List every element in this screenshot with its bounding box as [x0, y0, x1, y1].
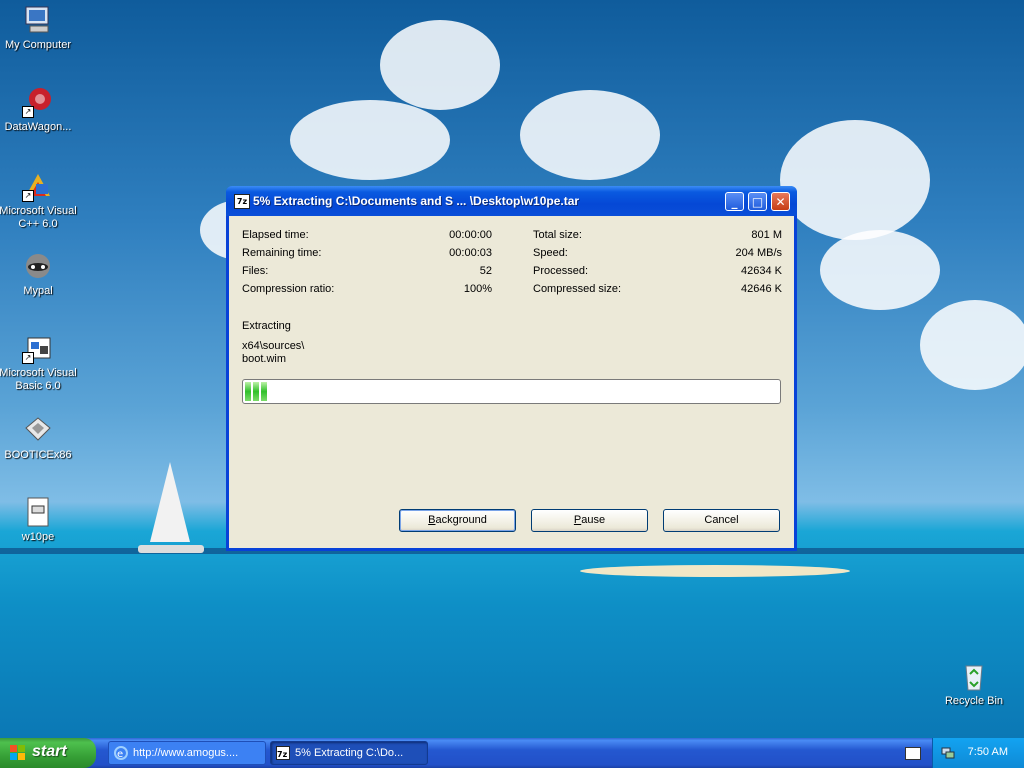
speed-label: Speed: — [533, 247, 568, 259]
recycle-bin-icon — [958, 660, 990, 692]
processed-label: Processed: — [533, 265, 589, 277]
elapsed-time-value: 00:00:00 — [449, 229, 492, 241]
wallpaper-cloud — [380, 20, 500, 110]
sailboat-hull — [138, 545, 204, 553]
progress-segment — [245, 382, 251, 401]
wallpaper-cloud — [290, 100, 450, 180]
shortcut-arrow-icon: ↗ — [22, 352, 34, 364]
close-button[interactable]: ✕ — [771, 192, 790, 211]
speed-value: 204 MB/s — [735, 247, 782, 259]
window-client-area: Elapsed time: 00:00:00 Remaining time: 0… — [229, 216, 794, 548]
desktop-icon-label: w10pe — [21, 531, 55, 543]
total-size-value: 801 M — [751, 229, 782, 241]
desktop-icon-recycle-bin[interactable]: Recycle Bin — [934, 660, 1014, 708]
island — [580, 565, 850, 577]
cancel-button[interactable]: Cancel — [663, 509, 780, 532]
desktop-icon-label: Microsoft Visual Basic 6.0 — [0, 367, 77, 392]
background-label-rest: ackground — [435, 514, 487, 526]
computer-icon — [22, 4, 54, 36]
taskbar-item-label: 5% Extracting C:\Do... — [295, 747, 404, 759]
compression-ratio-value: 100% — [463, 283, 492, 295]
desktop-icon-visual-basic[interactable]: ↗ Microsoft Visual Basic 6.0 — [0, 332, 78, 393]
current-file: boot.wim — [242, 353, 287, 365]
pause-label-rest: ause — [581, 514, 606, 526]
wallpaper-cloud — [780, 120, 930, 240]
extract-progress-window: 7z 5% Extracting C:\Documents and S ... … — [226, 186, 797, 551]
7zip-app-icon: 7z — [234, 194, 250, 209]
elapsed-time-label: Elapsed time: — [242, 229, 309, 241]
minimize-icon: _ — [731, 195, 738, 209]
visual-cpp-icon: ↗ — [22, 170, 54, 202]
pause-button[interactable]: Pause — [531, 509, 648, 532]
desktop-icon-mypal[interactable]: Mypal — [0, 250, 78, 298]
wallpaper-cloud — [820, 230, 940, 310]
desktop-icon-visual-cpp[interactable]: ↗ Microsoft Visual C++ 6.0 — [0, 170, 78, 231]
progress-segment — [261, 382, 267, 401]
windows-logo-icon — [10, 745, 26, 761]
shortcut-arrow-icon: ↗ — [22, 106, 34, 118]
progress-segment — [253, 382, 259, 401]
shortcut-arrow-icon: ↗ — [22, 190, 34, 202]
minimize-button[interactable]: _ — [725, 192, 744, 211]
background-button[interactable]: Background — [399, 509, 516, 532]
svg-text:7z: 7z — [277, 750, 288, 759]
maximize-button[interactable]: □ — [748, 192, 767, 211]
wallpaper-cloud — [520, 90, 660, 180]
window-title: 5% Extracting C:\Documents and S ... \De… — [253, 194, 580, 208]
network-icon[interactable] — [941, 745, 955, 759]
status-text: Extracting — [242, 320, 291, 332]
window-titlebar[interactable]: 7z 5% Extracting C:\Documents and S ... … — [226, 186, 797, 216]
files-label: Files: — [242, 265, 269, 277]
keyboard-icon[interactable] — [905, 747, 921, 760]
datawagon-icon: ↗ — [22, 86, 54, 118]
desktop-icon-datawagon[interactable]: ↗ DataWagon... — [0, 86, 78, 134]
visual-basic-icon: ↗ — [22, 332, 54, 364]
compressed-size-value: 42646 K — [741, 283, 782, 295]
extract-progress-bar — [242, 379, 781, 404]
close-icon: ✕ — [775, 195, 786, 209]
total-size-label: Total size: — [533, 229, 582, 241]
desktop-icon-my-computer[interactable]: My Computer — [0, 4, 78, 52]
compression-ratio-label: Compression ratio: — [242, 283, 335, 295]
maximize-icon: □ — [751, 195, 764, 209]
desktop-icon-label: DataWagon... — [4, 121, 72, 133]
taskbar-item-label: http://www.amogus.... — [133, 747, 239, 759]
taskbar: start e http://www.amogus.... 7z 5% Extr… — [0, 738, 1024, 768]
taskbar-item-browser[interactable]: e http://www.amogus.... — [108, 741, 266, 765]
7zip-icon: 7z — [276, 746, 290, 760]
processed-value: 42634 K — [741, 265, 782, 277]
progress-fill — [245, 382, 267, 401]
internet-explorer-icon: e — [114, 746, 128, 760]
wallpaper-cloud — [920, 300, 1024, 390]
bootice-icon — [22, 414, 54, 446]
tar-file-icon — [22, 496, 54, 528]
taskbar-item-7zip[interactable]: 7z 5% Extracting C:\Do... — [270, 741, 428, 765]
current-path: x64\sources\ — [242, 340, 305, 352]
desktop-icon-label: Recycle Bin — [944, 695, 1004, 707]
files-value: 52 — [479, 265, 492, 277]
desktop-icon-w10pe[interactable]: w10pe — [0, 496, 78, 544]
desktop-icon-label: BOOTICEx86 — [4, 449, 72, 461]
svg-text:e: e — [117, 749, 123, 760]
mypal-raccoon-icon — [22, 250, 54, 282]
desktop-icon-label: Mypal — [23, 285, 53, 297]
start-button[interactable]: start — [0, 738, 96, 768]
sailboat — [150, 462, 190, 542]
start-label: start — [32, 743, 67, 760]
compressed-size-label: Compressed size: — [533, 283, 622, 295]
desktop-icon-label: Microsoft Visual C++ 6.0 — [0, 205, 77, 230]
desktop-icon-label: My Computer — [4, 39, 72, 51]
remaining-time-label: Remaining time: — [242, 247, 322, 259]
system-tray: 7:50 AM — [932, 738, 1024, 768]
clock[interactable]: 7:50 AM — [968, 746, 1008, 758]
desktop-icon-booticex86[interactable]: BOOTICEx86 — [0, 414, 78, 462]
remaining-time-value: 00:00:03 — [449, 247, 492, 259]
